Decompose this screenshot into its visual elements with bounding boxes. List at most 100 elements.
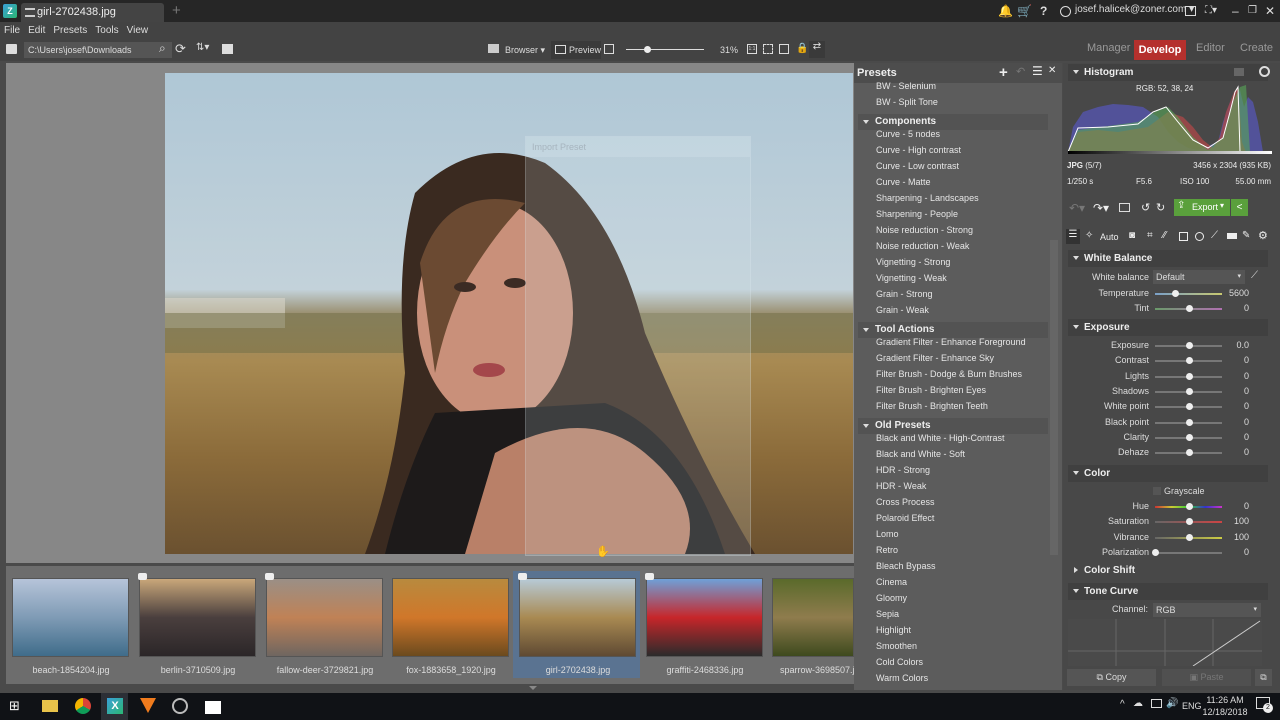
preset-item[interactable]: Sepia [876,606,899,622]
slider-handle[interactable] [1185,357,1193,364]
exposure-header[interactable]: Exposure [1068,319,1268,336]
camera-tool-icon[interactable]: ◙ [1129,230,1135,241]
thumbnail[interactable] [646,578,763,657]
document-tab[interactable]: girl-2702438.jpg [21,3,164,22]
slider-handle[interactable] [1185,305,1193,312]
preset-item[interactable]: Sharpening - Landscapes [876,190,979,206]
grayscale-checkbox[interactable] [1153,487,1161,495]
thumbnail[interactable] [392,578,509,657]
preset-item[interactable]: Curve - High contrast [876,142,961,158]
thumbnail[interactable] [139,578,256,657]
language-indicator[interactable]: ENG [1182,701,1202,711]
thumbnail[interactable] [266,578,383,657]
user-account-menu[interactable]: josef.halicek@zoner.com ▾ [1075,4,1194,15]
preset-item[interactable]: Highlight [876,622,911,638]
settings-gear-icon[interactable]: ⚙ [1258,229,1268,242]
mode-manager-tab[interactable]: Manager [1087,42,1130,54]
notifications-bell-icon[interactable]: 🔔 [998,4,1013,18]
chrome-icon[interactable] [75,698,91,714]
menu-file[interactable]: File [0,22,24,39]
preset-item[interactable]: Cinema [876,574,907,590]
slider-handle[interactable] [1185,419,1193,426]
menu-tools[interactable]: Tools [91,22,122,39]
crop-tool-icon[interactable]: ⌗ [1147,230,1153,241]
browser-button[interactable]: Browser ▾ [505,42,545,58]
preset-item[interactable]: BW - Split Tone [876,94,938,110]
preset-item[interactable]: Curve - 5 nodes [876,126,940,142]
preview-button[interactable]: Preview [551,41,601,59]
preset-item[interactable]: Gradient Filter - Enhance Sky [876,350,994,366]
preset-item[interactable]: Black and White - Soft [876,446,965,462]
obs-icon[interactable] [172,698,188,714]
export-dropdown-icon[interactable]: ▾ [1220,201,1224,210]
paste-button[interactable]: ▣ Paste [1162,669,1251,686]
preset-item[interactable]: Noise reduction - Weak [876,238,969,254]
display-icon[interactable] [1185,6,1196,16]
file-explorer-icon[interactable] [42,700,58,712]
auto-wand-icon[interactable]: ✧ [1085,230,1093,241]
refresh-icon[interactable]: ⟳ [175,41,186,57]
slider-handle[interactable] [1185,403,1193,410]
preset-item[interactable]: Warm Colors [876,670,928,686]
clapperboard-icon[interactable] [205,701,221,714]
thumbnail[interactable] [772,578,854,657]
external-window-icon[interactable] [604,44,614,54]
slider-handle[interactable] [1185,434,1193,441]
slider-track[interactable] [1155,293,1222,295]
presets-menu-icon[interactable]: ☰ [1032,64,1043,78]
search-icon[interactable]: ⌕ [159,41,166,56]
folder-up-icon[interactable] [6,44,17,54]
add-preset-icon[interactable]: + [999,64,1008,81]
preset-item[interactable]: Filter Brush - Dodge & Burn Brushes [876,366,1022,382]
mode-create-tab[interactable]: Create [1240,42,1273,54]
slider-handle[interactable] [1185,534,1193,541]
gradient-filter-icon[interactable] [1179,232,1188,241]
color-header[interactable]: Color [1068,465,1268,482]
slider-handle[interactable] [1185,503,1193,510]
histogram-mode-icon[interactable] [1234,68,1244,76]
preset-item[interactable]: Curve - Low contrast [876,158,959,174]
radial-filter-icon[interactable] [1195,232,1204,241]
preset-item[interactable]: Smoothen [876,638,917,654]
preset-item[interactable]: Bleach Bypass [876,558,936,574]
close-presets-icon[interactable]: ✕ [1048,65,1056,76]
white-balance-header[interactable]: White Balance [1068,250,1268,267]
preset-item[interactable]: Vignetting - Strong [876,254,950,270]
slider-track[interactable] [1155,552,1222,554]
volume-icon[interactable]: 🔊 [1166,698,1178,709]
zoom-slider[interactable] [626,49,704,50]
white-balance-select[interactable]: Default ▾ [1153,270,1245,284]
preset-item[interactable]: Curve - Matte [876,174,931,190]
color-shift-header[interactable]: Color Shift [1068,562,1268,579]
slider-handle[interactable] [1185,342,1193,349]
help-icon[interactable]: ? [1040,4,1047,18]
close-button[interactable]: ✕ [1265,4,1275,18]
restore-button[interactable]: ❐ [1248,4,1257,18]
show-hidden-icons[interactable]: ^ [1120,699,1125,710]
adjustments-tool-icon[interactable]: ☰ [1066,229,1080,244]
windows-start-icon[interactable]: ⊞ [9,698,25,714]
compare-icon[interactable]: ⇄ [809,41,825,58]
preset-item[interactable]: Filter Brush - Brighten Teeth [876,398,988,414]
minimize-button[interactable]: – [1232,4,1239,18]
tone-curve-graph[interactable] [1068,619,1262,666]
preset-item[interactable]: Retro [876,542,898,558]
fullscreen-icon[interactable]: ⛶▾ [1205,4,1217,18]
fit-height-icon[interactable] [779,44,789,54]
zoom-slider-handle[interactable] [643,46,651,53]
actual-size-icon[interactable]: 1:1 [747,44,757,54]
retouch-tool-icon[interactable]: ✎ [1242,230,1250,241]
redo-icon[interactable]: ↷▾ [1093,201,1109,215]
eraser-tool-icon[interactable] [1227,233,1237,239]
tone-curve-header[interactable]: Tone Curve [1068,583,1268,600]
preset-item[interactable]: HDR - Strong [876,462,930,478]
copy-settings-icon[interactable]: ⧉ [1255,669,1272,686]
preset-item[interactable]: HDR - Weak [876,478,926,494]
perspective-tool-icon[interactable]: ⁄⁄ [1163,230,1166,241]
preset-item[interactable]: BW - Selenium [876,78,936,94]
new-folder-icon[interactable] [222,44,233,54]
preset-item[interactable]: Black and White - High-Contrast [876,430,1005,446]
preset-item[interactable]: Gloomy [876,590,907,606]
fit-to-screen-icon[interactable] [763,44,773,54]
slider-handle[interactable] [1152,549,1159,556]
